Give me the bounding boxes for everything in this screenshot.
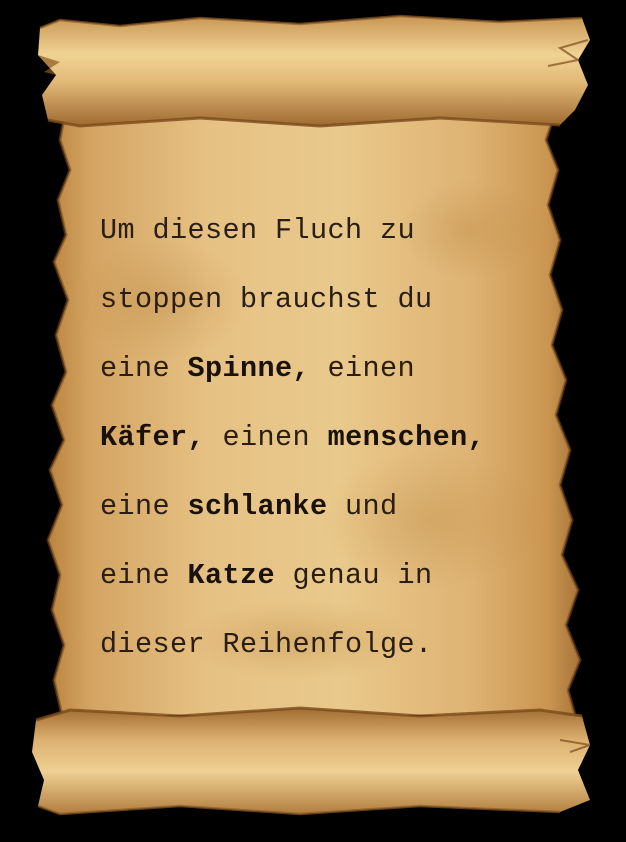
- bottom-roll: [32, 708, 590, 814]
- emphasized-word: menschen,: [327, 421, 486, 454]
- scroll-stage: Um diesen Fluch zu stoppen brauchst du ein…: [0, 0, 626, 842]
- message-text: stoppen brauchst du: [100, 283, 433, 316]
- top-roll: [38, 16, 590, 126]
- message-text: eine: [100, 490, 188, 523]
- message-text: einen: [205, 421, 328, 454]
- message-text: Um diesen Fluch zu: [100, 214, 416, 247]
- message-text: dieser Reihenfolge.: [100, 628, 433, 661]
- message-line: eine Spinne, einen: [100, 334, 600, 403]
- message-text: eine: [100, 352, 188, 385]
- message-text: und: [327, 490, 398, 523]
- message-line: eine Katze genau in: [100, 541, 600, 610]
- emphasized-word: Katze: [187, 559, 276, 592]
- emphasized-word: Käfer,: [100, 421, 206, 454]
- emphasized-word: Spinne,: [187, 352, 311, 385]
- message-text: eine: [100, 559, 188, 592]
- message-line: Käfer, einen menschen,: [100, 403, 600, 472]
- message-line: eine schlanke und: [100, 472, 600, 541]
- message-text: einen: [310, 352, 416, 385]
- message-line: Um diesen Fluch zu: [100, 196, 600, 265]
- scroll-message: Um diesen Fluch zu stoppen brauchst du ein…: [100, 196, 600, 679]
- message-line: dieser Reihenfolge.: [100, 610, 600, 679]
- message-text: genau in: [275, 559, 433, 592]
- message-line: stoppen brauchst du: [100, 265, 600, 334]
- emphasized-word: schlanke: [187, 490, 328, 523]
